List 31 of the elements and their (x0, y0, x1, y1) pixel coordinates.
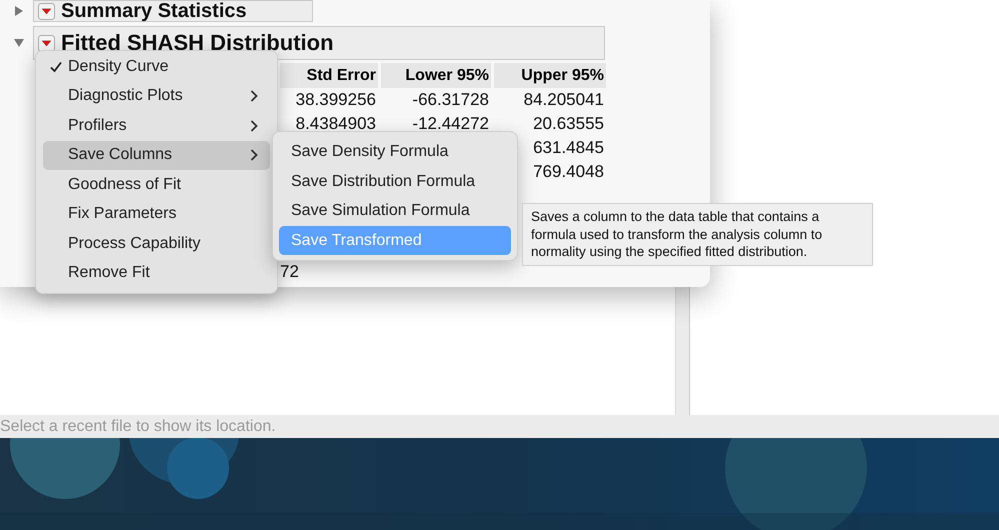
menu-item[interactable]: Save Distribution Formula (279, 166, 511, 196)
table-cell-text: 631.4845 (532, 137, 605, 159)
menu-item[interactable]: Profilers (43, 111, 270, 140)
menu-item[interactable]: Process Capability (43, 229, 270, 258)
triangle-down-icon[interactable] (14, 38, 24, 48)
chevron-right-icon (250, 149, 258, 162)
menu-item[interactable]: Save Simulation Formula (279, 196, 511, 226)
checkmark-icon (50, 60, 62, 73)
menu-item[interactable]: Save Density Formula (279, 137, 511, 166)
menu-item[interactable]: Save Columns (43, 140, 270, 170)
tooltip: Saves a column to the data table that contains a formula used to transform the analysis column to normality using the specified fitted distribution. (522, 203, 873, 266)
table-cell-text: -66.31728 (411, 89, 490, 111)
menu-item[interactable]: Remove Fit (43, 258, 270, 288)
table-cell-text: 8.4384903 (294, 113, 377, 135)
column-header: Lower 95% (381, 63, 491, 88)
section-title: Summary Statistics (61, 0, 247, 22)
triangle-right-icon[interactable] (14, 6, 24, 16)
menu-item[interactable]: Diagnostic Plots (43, 82, 270, 111)
chevron-right-icon (250, 120, 258, 132)
table-cell-text: 769.4048 (532, 161, 605, 183)
chevron-right-icon (250, 90, 258, 102)
menu-item[interactable]: Fix Parameters (43, 200, 270, 229)
table-cell: 72 (280, 262, 299, 281)
column-header: Upper 95% (494, 63, 606, 88)
table-cell-text: 38.399256 (294, 89, 377, 111)
status-text: Select a recent file to show its location. (0, 418, 276, 436)
table-cell-text: 20.63555 (532, 113, 605, 135)
column-header: Std Error (280, 63, 378, 88)
table-cell-text: 84.205041 (522, 89, 605, 111)
table-cell-text: -12.44272 (411, 113, 490, 135)
menu-item[interactable]: Goodness of Fit (43, 170, 270, 200)
